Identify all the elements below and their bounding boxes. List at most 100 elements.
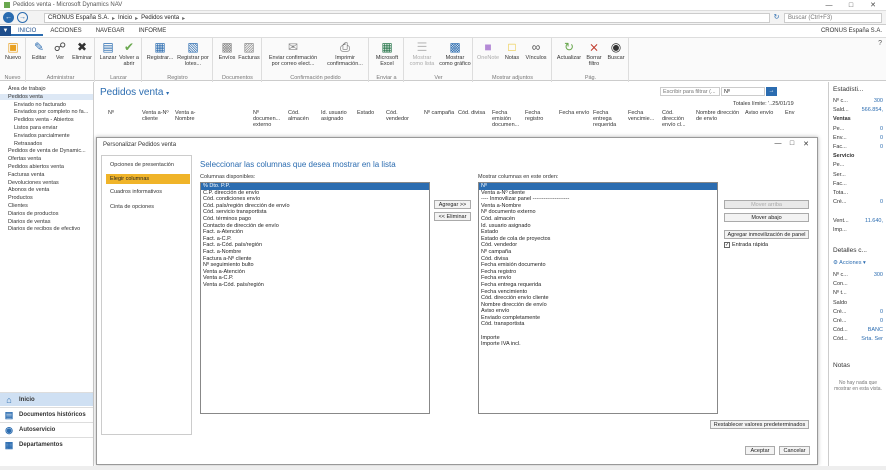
list-item[interactable]: Cód. condiciones envío [201,196,429,203]
list-item[interactable]: Fecha emisión documento [479,262,717,269]
column-header[interactable]: Cód. divisa [458,110,490,116]
list-item[interactable]: Venta a-Cód. país/región [201,282,429,289]
sidebar-item[interactable]: Pedidos venta [0,93,93,100]
option-cinta-opciones[interactable]: Cinta de opciones [106,202,190,212]
notes-button[interactable]: □ Notas [502,40,522,61]
onenote-button[interactable]: ■ OneNote [476,40,500,61]
factbox-details-title[interactable]: Detalles c... [833,247,867,254]
help-icon[interactable]: ? [878,40,882,47]
factbox-row-value[interactable]: 300 [874,98,883,104]
factbox-row-value[interactable]: 566.854, [862,107,883,113]
column-header[interactable]: Cód. vendedor [386,110,418,122]
post-button[interactable]: ▦ Registrar... [145,40,175,61]
quick-entry-checkbox[interactable]: ✓ Entrada rápida [724,242,768,248]
list-item[interactable]: Fact. a-Cód. país/región [201,242,429,249]
sidebar-item[interactable]: Devoluciones ventas [8,180,59,186]
column-header[interactable]: Fecha emisión documen... [492,110,524,128]
actions-menu[interactable]: ⚙ Acciones ▾ [833,260,883,266]
sidebar-item[interactable]: Pedidos de venta de Dynamic... [8,148,86,154]
column-header[interactable]: Cód. dirección envío cl... [662,110,694,128]
column-header[interactable]: Env [785,110,817,116]
show-as-chart-button[interactable]: ▩ Mostrar como gráfico [439,40,471,67]
list-item[interactable]: Venta a-Atención [201,269,429,276]
column-header[interactable]: Aviso envío [745,110,777,116]
list-item[interactable]: Nombre dirección de envío [479,302,717,309]
factbox-row-value[interactable]: 0 [880,318,883,324]
excel-button[interactable]: ▦ Microsoft Excel [372,40,402,67]
list-item[interactable]: Id. usuario asignado [479,223,717,230]
column-header[interactable]: Fecha vencimie... [628,110,660,122]
list-item[interactable]: Estado [479,229,717,236]
restore-defaults-button[interactable]: Restablecer valores predeterminados [710,420,809,429]
dialog-minimize-icon[interactable]: — [771,140,785,148]
search-input[interactable]: Buscar (Ctrl+F3) [784,13,882,23]
list-item[interactable]: ---- Inmovilizar panel -----------------… [479,196,717,203]
column-header[interactable]: Venta a-Nombre [175,110,207,122]
find-button[interactable]: ◉ Buscar [605,40,627,61]
edit-button[interactable]: ✎ Editar [29,40,49,61]
list-item[interactable]: Nº campaña [479,249,717,256]
print-confirmation-button[interactable]: ⎙ Imprimir confirmación... [323,40,367,67]
option-elegir-columnas[interactable]: Elegir columnas [106,174,190,184]
tab-inicio[interactable]: INICIO [11,26,44,36]
filter-field-select[interactable]: Nº [721,87,765,96]
nav-documentos-historicos[interactable]: ▤ Documentos históricos [0,407,93,421]
sidebar-item[interactable]: Abonos de venta [8,187,49,193]
sidebar-item[interactable]: Pedidos abiertos venta [8,164,64,170]
reopen-button[interactable]: ✔ Volver a abrir [118,40,140,67]
list-item[interactable]: Fecha envío [479,275,717,282]
factbox-row-value[interactable]: 300 [874,272,883,278]
new-button[interactable]: ▣ Nuevo [2,40,24,61]
nav-inicio[interactable]: ⌂ Inicio [0,392,93,406]
list-item[interactable]: Cód. divisa [479,256,717,263]
factbox-row-value[interactable]: 11.640, [865,218,883,224]
sidebar-item[interactable]: Área de trabajo [8,86,46,92]
list-item[interactable]: Cód. país/región dirección de envío [201,203,429,210]
list-item[interactable]: Cód. almacén [479,216,717,223]
factbox-row-value[interactable]: Srta. Ser [861,336,883,342]
column-header[interactable]: Nº documen... externo [253,110,285,128]
cancel-button[interactable]: Cancelar [779,446,810,455]
column-header[interactable]: Nº campaña [424,110,456,116]
sidebar-item[interactable]: Pedidos venta - Abiertos [14,117,74,123]
list-item[interactable]: Fact. a-Atención [201,229,429,236]
sidebar-item[interactable]: Diarios de ventas [8,219,51,225]
back-arrow-icon[interactable]: ← [3,12,14,23]
list-item[interactable] [479,328,717,335]
nav-departamentos[interactable]: ▦ Departamentos [0,437,93,451]
tab-navegar[interactable]: NAVEGAR [89,26,132,36]
breadcrumb-item[interactable]: Inicio [118,15,132,21]
release-button[interactable]: ▤ Lanzar [98,40,118,61]
factbox-row-value[interactable]: 0 [880,126,883,132]
tab-informe[interactable]: INFORME [132,26,174,36]
list-item[interactable]: Fecha registro [479,269,717,276]
sidebar-item[interactable]: Enviados parcialmente [14,133,70,139]
delete-button[interactable]: ✖ Eliminar [69,40,95,61]
list-item[interactable]: Enviado completamente [479,315,717,322]
tab-acciones[interactable]: ACCIONES [43,26,88,36]
list-item[interactable]: Fecha entrega requerida [479,282,717,289]
list-item[interactable]: Fact. a-Nombre [201,249,429,256]
add-column-button[interactable]: Agregar >> [434,200,471,209]
accept-button[interactable]: Aceptar [745,446,775,455]
factbox-row-value[interactable]: 0 [880,199,883,205]
list-item[interactable]: Venta a-Nº cliente [479,190,717,197]
email-confirmation-button[interactable]: ✉ Enviar confirmación por correo elect... [265,40,321,67]
forward-arrow-icon[interactable]: → [17,12,28,23]
factbox-row-value[interactable]: BANC [868,327,883,333]
file-menu-icon[interactable]: ▼ [0,26,11,36]
sidebar-item[interactable]: Enviados por completo no fa... [14,109,88,115]
breadcrumb-item[interactable]: CRONUS España S.A. [48,15,109,21]
sidebar-item[interactable]: Enviado no facturado [14,102,66,108]
show-as-list-button[interactable]: ☰ Mostrar como lista [407,40,437,67]
list-item[interactable]: Nº seguimiento bulto [201,262,429,269]
nav-autoservicio[interactable]: ◉ Autoservicio [0,422,93,436]
list-item[interactable]: Cód. términos pago [201,216,429,223]
list-item[interactable]: Cód. transportista [479,321,717,328]
option-cuadros-informativos[interactable]: Cuadros informativos [106,187,190,197]
filter-input[interactable]: Escribir para filtrar (... [660,87,720,96]
sidebar-item[interactable]: Clientes [8,203,28,209]
links-button[interactable]: ∞ Vínculos [524,40,548,61]
sidebar-item[interactable]: Ofertas venta [8,156,41,162]
available-columns-list[interactable]: % Dto. P.P. C.P. dirección de envío Cód. c… [200,182,430,414]
